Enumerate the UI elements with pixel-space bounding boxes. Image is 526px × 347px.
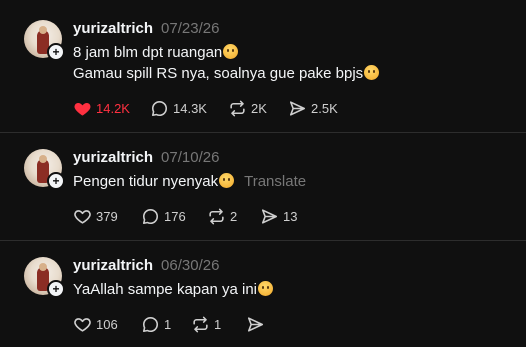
- comment-button[interactable]: 1: [141, 314, 171, 334]
- post-text-line: Gamau spill RS nya, soalnya gue pake bpj…: [73, 65, 364, 82]
- share-button[interactable]: [246, 314, 269, 334]
- post-header: yurizaltrich 07/23/26: [73, 20, 219, 38]
- username[interactable]: yurizaltrich: [73, 149, 153, 166]
- avatar[interactable]: +: [24, 257, 65, 298]
- comment-icon: [142, 316, 159, 332]
- username[interactable]: yurizaltrich: [73, 257, 153, 274]
- repost-icon: [193, 316, 208, 332]
- comment-button[interactable]: 14.3K: [150, 98, 207, 118]
- post-text: 8 jam blm dpt ruangan Gamau spill RS nya…: [73, 42, 380, 84]
- like-button[interactable]: 14.2K: [73, 98, 130, 118]
- emoji-icon: [364, 65, 380, 80]
- repost-icon: [209, 208, 224, 224]
- emoji-icon: [223, 44, 239, 59]
- post-header: yurizaltrich 07/10/26: [73, 149, 219, 167]
- post-text: YaAllah sampe kapan ya ini: [73, 279, 273, 300]
- share-count: 2.5K: [311, 100, 338, 116]
- heart-icon: [74, 317, 91, 332]
- post-text-line: YaAllah sampe kapan ya ini: [73, 281, 257, 298]
- like-count: 14.2K: [96, 100, 130, 116]
- emoji-icon: [258, 281, 273, 296]
- post-text-line: 8 jam blm dpt ruangan: [73, 44, 223, 61]
- share-icon: [261, 208, 278, 224]
- post-text-line: Pengen tidur nyenyak: [73, 173, 219, 190]
- avatar[interactable]: +: [24, 149, 65, 190]
- repost-count: 2K: [251, 100, 267, 116]
- plus-icon[interactable]: +: [47, 43, 65, 61]
- post-text: Pengen tidur nyenyak Translate: [73, 171, 306, 192]
- share-button[interactable]: 2.5K: [288, 98, 338, 118]
- heart-icon: [74, 209, 91, 224]
- repost-button[interactable]: 2K: [228, 98, 267, 118]
- divider: [0, 240, 526, 241]
- post-header: yurizaltrich 06/30/26: [73, 257, 219, 275]
- repost-count: 2: [230, 208, 238, 224]
- comment-button[interactable]: 176: [141, 206, 186, 226]
- share-button[interactable]: 13: [260, 206, 297, 226]
- comment-icon: [151, 100, 168, 116]
- post-date[interactable]: 06/30/26: [161, 257, 219, 274]
- like-button[interactable]: 106: [73, 314, 118, 334]
- comment-count: 176: [164, 208, 186, 224]
- repost-button[interactable]: 2: [207, 206, 237, 226]
- plus-icon[interactable]: +: [47, 172, 65, 190]
- emoji-icon: [219, 173, 235, 188]
- heart-icon: [74, 102, 91, 116]
- repost-icon: [230, 100, 245, 116]
- avatar[interactable]: +: [24, 20, 65, 61]
- like-button[interactable]: 379: [73, 206, 118, 226]
- comment-count: 14.3K: [173, 100, 207, 116]
- comment-icon: [142, 208, 159, 224]
- repost-button[interactable]: 1: [191, 314, 221, 334]
- repost-count: 1: [214, 316, 222, 332]
- username[interactable]: yurizaltrich: [73, 20, 153, 37]
- translate-link[interactable]: Translate: [244, 173, 306, 190]
- like-count: 379: [96, 208, 118, 224]
- share-icon: [289, 100, 306, 116]
- like-count: 106: [96, 316, 118, 332]
- share-icon: [247, 316, 264, 332]
- plus-icon[interactable]: +: [47, 280, 65, 298]
- comment-count: 1: [164, 316, 172, 332]
- threads-feed: + yurizaltrich 07/23/26 8 jam blm dpt rua…: [0, 0, 526, 347]
- share-count: 13: [283, 208, 298, 224]
- post-date[interactable]: 07/10/26: [161, 149, 219, 166]
- post-date[interactable]: 07/23/26: [161, 20, 219, 37]
- divider: [0, 132, 526, 133]
